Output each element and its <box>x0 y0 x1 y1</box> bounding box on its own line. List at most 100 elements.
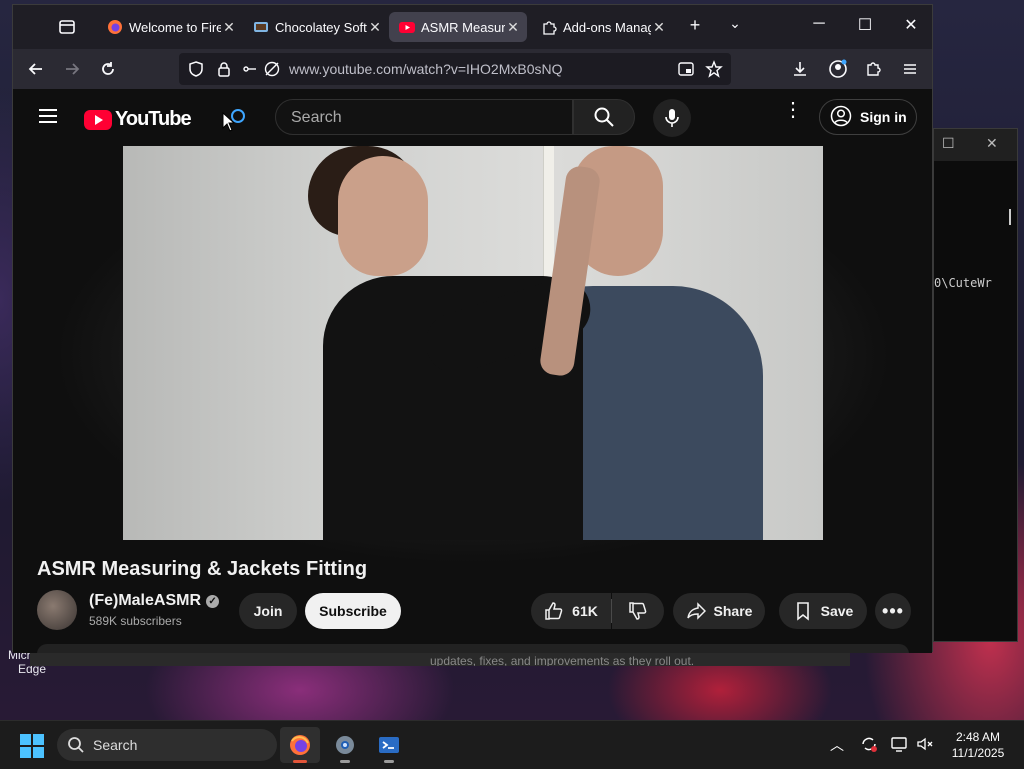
sync-icon[interactable] <box>860 735 878 756</box>
forward-arrow-icon <box>66 63 80 75</box>
tab-chocolatey[interactable]: Chocolatey Software ✕ <box>243 12 389 42</box>
account-icon <box>829 59 847 78</box>
tab-welcome[interactable]: Welcome to Firefox ✕ <box>97 12 243 42</box>
network-icon[interactable] <box>890 735 908 756</box>
maximize-icon[interactable]: ☐ <box>942 135 955 152</box>
url-bar[interactable]: www.youtube.com/watch?v=IHO2MxB0sNQ <box>179 53 731 85</box>
subscriber-count: 589K subscribers <box>89 614 182 628</box>
search-icon <box>594 107 614 127</box>
share-icon <box>686 602 706 620</box>
notification-text: updates, fixes, and improvements as they… <box>430 654 695 666</box>
taskbar-search-label: Search <box>93 737 138 753</box>
firefox-icon <box>290 735 310 755</box>
terminal-window[interactable]: ☐ ✕ 0\CuteWr <box>933 128 1018 642</box>
tab-addons-manager[interactable]: Add-ons Manager ✕ <box>531 12 673 42</box>
share-button[interactable]: Share <box>673 593 765 629</box>
search-placeholder: Search <box>291 109 342 126</box>
video-player[interactable] <box>123 146 823 540</box>
volume-muted-icon[interactable] <box>916 735 934 756</box>
show-hidden-icons-chevron-icon[interactable]: ︿ <box>830 735 844 755</box>
settings-more-icon[interactable]: ⋮ <box>783 100 803 120</box>
tab-title: Chocolatey Software <box>275 19 367 35</box>
save-label: Save <box>820 603 854 619</box>
new-tab-button[interactable]: + <box>683 15 707 36</box>
list-all-tabs-button[interactable]: ⌄ <box>723 15 747 32</box>
forward-button[interactable] <box>61 58 83 80</box>
chocolatey-icon <box>253 19 269 35</box>
like-button[interactable]: 61K <box>531 593 611 629</box>
back-button[interactable] <box>25 58 47 80</box>
navigation-toolbar: www.youtube.com/watch?v=IHO2MxB0sNQ <box>13 49 932 89</box>
subscribe-button[interactable]: Subscribe <box>305 593 401 629</box>
clock-time: 2:48 AM <box>955 730 1001 744</box>
downloads-button[interactable] <box>789 58 811 80</box>
permissions-icon[interactable] <box>241 60 259 78</box>
tab-strip: Welcome to Firefox ✕ Chocolatey Software… <box>13 5 932 49</box>
mouse-cursor-icon <box>222 111 236 137</box>
account-button[interactable] <box>827 58 849 80</box>
firefox-icon <box>107 19 123 35</box>
more-actions-button[interactable]: ••• <box>875 593 911 629</box>
shield-icon[interactable] <box>187 60 205 78</box>
youtube-icon <box>399 19 415 35</box>
tab-title: ASMR Measuring <box>421 19 505 35</box>
search-button[interactable] <box>573 99 635 135</box>
microphone-icon <box>665 109 679 127</box>
reload-button[interactable] <box>97 58 119 80</box>
back-arrow-icon <box>28 63 42 75</box>
dislike-button[interactable] <box>612 593 664 629</box>
search-input[interactable]: Search <box>275 99 573 135</box>
channel-name-link[interactable]: (Fe)MaleASMR ✓ <box>89 592 220 610</box>
close-icon[interactable]: ✕ <box>986 135 998 152</box>
taskbar-app-powershell[interactable] <box>369 727 409 763</box>
guide-menu-icon[interactable] <box>39 109 57 123</box>
bookmark-star-icon[interactable] <box>705 60 723 78</box>
channel-avatar[interactable] <box>37 590 77 630</box>
chevron-down-icon: ⌄ <box>729 15 741 31</box>
youtube-masthead: YouTube Search ⋮ Sign in <box>13 89 932 145</box>
firefox-view-button[interactable] <box>57 17 77 37</box>
minimize-button[interactable]: ─ <box>807 15 831 33</box>
close-tab-icon[interactable]: ✕ <box>367 19 383 36</box>
picture-in-picture-icon[interactable] <box>677 60 695 78</box>
gear-icon <box>336 736 354 754</box>
sign-in-button[interactable]: Sign in <box>819 99 917 135</box>
youtube-logo[interactable]: YouTube <box>84 108 192 131</box>
scrollbar-thumb[interactable] <box>1009 209 1011 225</box>
close-tab-icon[interactable]: ✕ <box>505 19 521 36</box>
hamburger-menu-icon <box>904 64 916 74</box>
join-button[interactable]: Join <box>239 593 297 629</box>
close-tab-icon[interactable]: ✕ <box>221 19 237 36</box>
reload-icon <box>102 62 114 75</box>
minimize-icon: ─ <box>813 15 825 32</box>
taskbar-app-firefox[interactable] <box>280 727 320 763</box>
description-box[interactable] <box>37 644 909 653</box>
windows-taskbar: Search ︿ 2:48 AM 11/1/2025 <box>0 720 1024 769</box>
tab-asmr-measuring[interactable]: ASMR Measuring ✕ <box>389 12 527 42</box>
system-clock[interactable]: 2:48 AM 11/1/2025 <box>940 729 1016 761</box>
puzzle-icon <box>541 19 557 35</box>
lock-icon[interactable] <box>215 60 233 78</box>
thumbs-down-icon <box>629 602 647 620</box>
windows-start-icon[interactable] <box>20 734 44 758</box>
like-count: 61K <box>572 603 598 619</box>
firefox-view-icon <box>59 20 75 34</box>
close-window-button[interactable]: ✕ <box>899 15 923 35</box>
share-label: Share <box>713 603 753 619</box>
youtube-page: YouTube Search ⋮ Sign in ASMR Measuring … <box>13 89 932 653</box>
save-button[interactable]: Save <box>779 593 867 629</box>
url-text: www.youtube.com/watch?v=IHO2MxB0sNQ <box>289 61 563 77</box>
autoplay-blocked-icon[interactable] <box>263 60 281 78</box>
maximize-button[interactable]: ☐ <box>853 15 877 35</box>
close-tab-icon[interactable]: ✕ <box>651 19 667 36</box>
terminal-path-text: 0\CuteWr <box>934 276 992 290</box>
terminal-titlebar[interactable]: ☐ ✕ <box>934 129 1017 161</box>
taskbar-search-box[interactable]: Search <box>57 729 277 761</box>
maximize-icon: ☐ <box>857 17 873 34</box>
puzzle-icon <box>867 62 881 76</box>
extensions-button[interactable] <box>863 58 885 80</box>
taskbar-app-settings[interactable] <box>325 727 365 763</box>
app-menu-button[interactable] <box>899 58 921 80</box>
voice-search-button[interactable] <box>653 99 691 137</box>
join-label: Join <box>253 603 283 619</box>
